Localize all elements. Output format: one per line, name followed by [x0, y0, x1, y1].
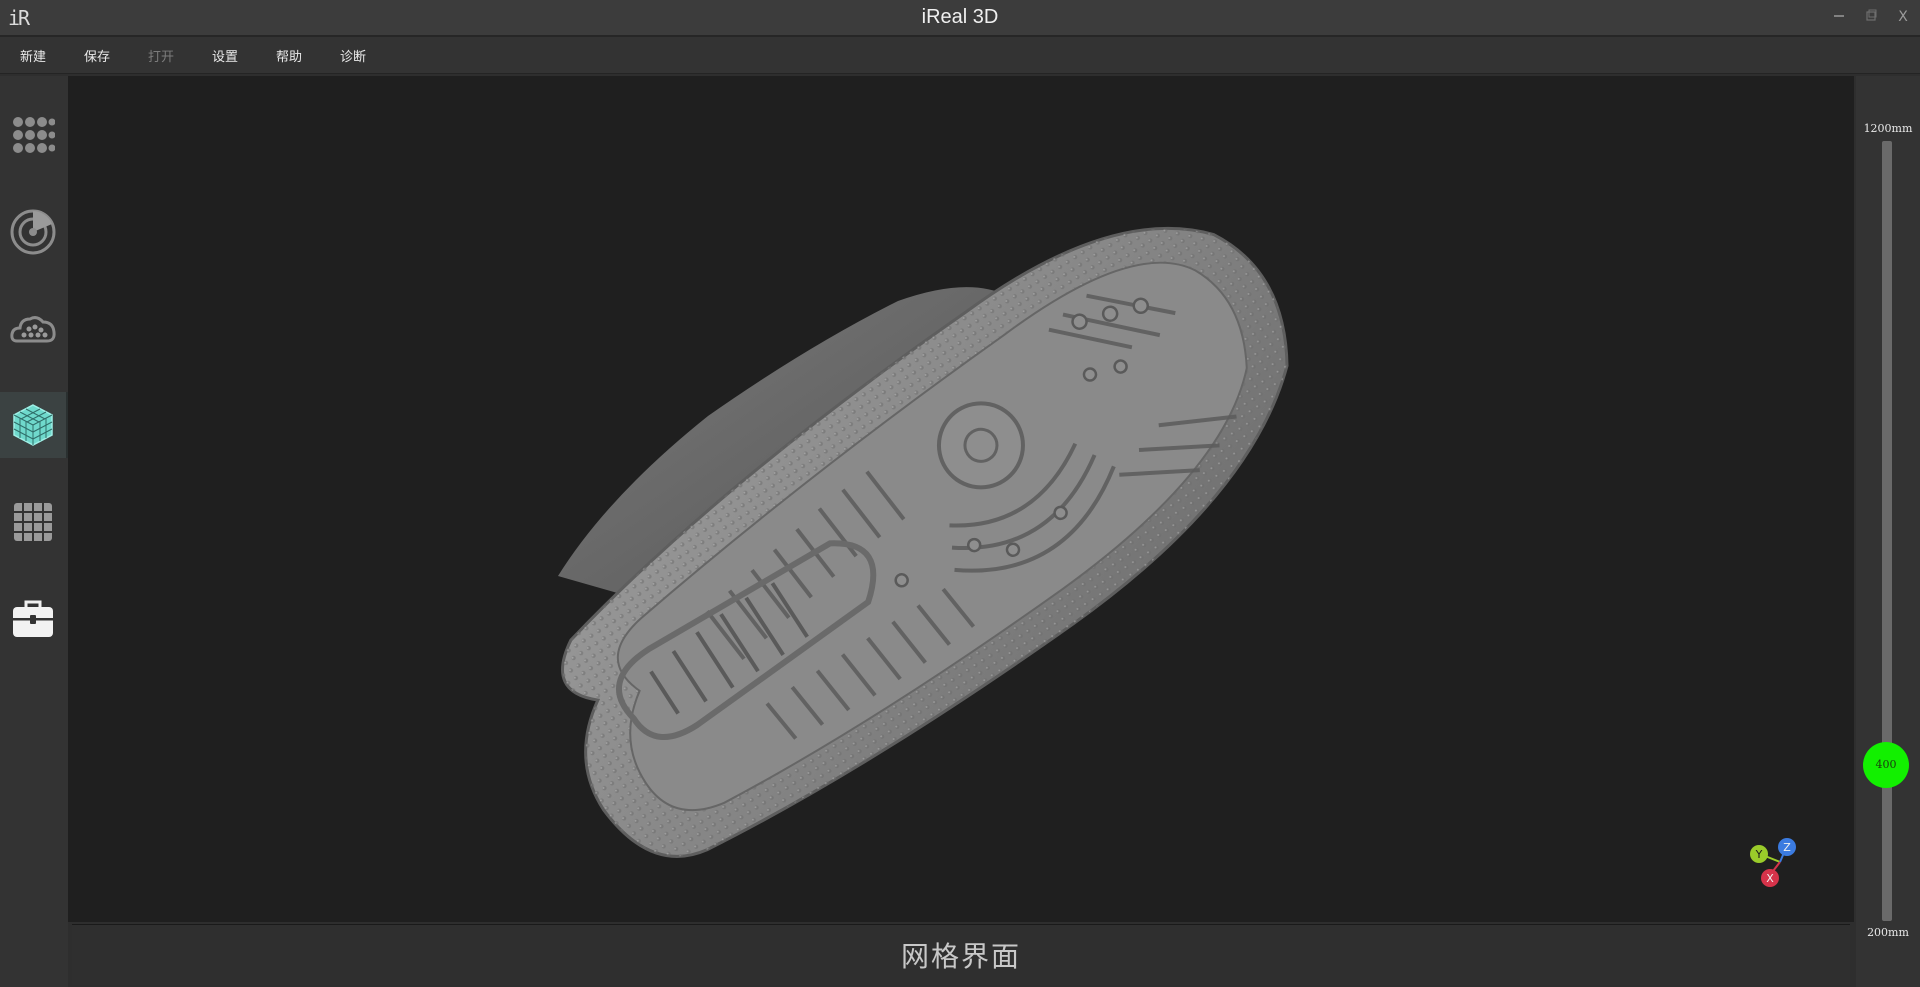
- menu-item-save[interactable]: 保存: [84, 46, 110, 65]
- menu-item-diagnose[interactable]: 诊断: [340, 46, 366, 65]
- shoe-mesh-model[interactable]: [68, 76, 1854, 922]
- axis-z-label: Z: [1783, 841, 1791, 854]
- menu-bar: 新建 保存 打开 设置 帮助 诊断: [0, 37, 1920, 74]
- tool-toolbox[interactable]: [0, 586, 66, 652]
- depth-slider-track[interactable]: [1882, 141, 1892, 921]
- menu-item-open[interactable]: 打开: [148, 46, 174, 65]
- tool-dots-grid[interactable]: [0, 103, 66, 169]
- point-cloud-icon: [10, 316, 56, 343]
- close-icon[interactable]: X: [1892, 7, 1914, 27]
- status-label: 网格界面: [900, 940, 1021, 973]
- axis-gizmo: Y Z X: [1750, 838, 1796, 887]
- mesh-cube-icon: [13, 404, 53, 446]
- tool-grid[interactable]: [0, 489, 66, 555]
- grid-table-icon: [14, 503, 52, 541]
- depth-slider-thumb[interactable]: 400: [1863, 742, 1909, 788]
- restore-icon[interactable]: [1860, 7, 1882, 27]
- title-bar: iR iReal 3D X: [0, 0, 1920, 37]
- left-toolbar: [0, 76, 68, 987]
- menu-item-new[interactable]: 新建: [20, 46, 46, 65]
- slider-min-label: 200mm: [1867, 926, 1909, 939]
- status-bar: 网格界面: [72, 924, 1850, 985]
- tool-scan[interactable]: [0, 199, 66, 265]
- axis-y-label: Y: [1755, 848, 1763, 861]
- tool-mesh[interactable]: [0, 392, 68, 458]
- minimize-icon[interactable]: [1828, 7, 1850, 27]
- tool-point-cloud[interactable]: [0, 296, 66, 362]
- 3d-viewport[interactable]: Y Z X: [68, 76, 1854, 922]
- axis-x-label: X: [1766, 872, 1774, 885]
- menu-item-help[interactable]: 帮助: [276, 46, 302, 65]
- radar-scan-icon: [10, 209, 56, 255]
- window-title: iReal 3D: [921, 6, 999, 28]
- toolbox-icon: [13, 600, 53, 637]
- slider-max-label: 1200mm: [1863, 122, 1913, 135]
- menu-item-settings[interactable]: 设置: [212, 46, 238, 65]
- dots-grid-icon: [13, 117, 55, 153]
